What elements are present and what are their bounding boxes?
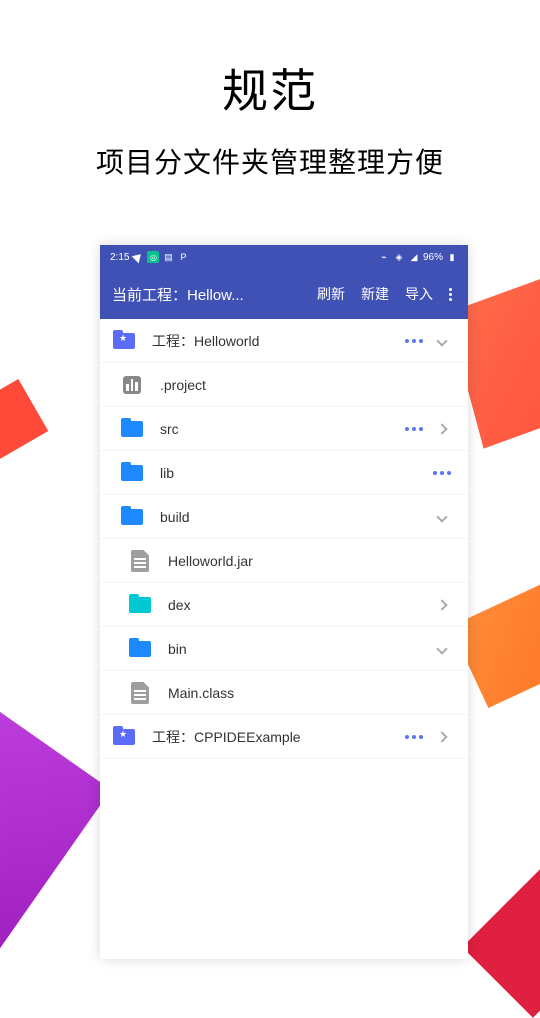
file-label: bin — [168, 641, 428, 657]
page-subtitle: 项目分文件夹管理整理方便 — [0, 141, 540, 181]
folder-icon — [120, 461, 144, 485]
more-button[interactable] — [400, 339, 428, 343]
app-indicator-icon: ◎ — [147, 251, 159, 263]
folder-row-src[interactable]: src — [100, 407, 468, 451]
file-label: 工程：Helloworld — [152, 331, 400, 351]
project-icon — [112, 725, 136, 749]
file-label: Helloworld.jar — [168, 553, 456, 569]
more-button[interactable] — [428, 471, 456, 475]
expand-toggle[interactable] — [428, 425, 456, 433]
doc-status-icon: ▤ — [162, 251, 174, 263]
bluetooth-icon: ⌁ — [378, 251, 390, 263]
folder-row-lib[interactable]: lib — [100, 451, 468, 495]
file-label: .project — [160, 377, 456, 393]
file-icon — [128, 549, 152, 573]
file-label: src — [160, 421, 400, 437]
expand-toggle[interactable] — [428, 513, 456, 521]
battery-percent: 96% — [423, 252, 443, 263]
file-list: 工程：Helloworld .project src lib build H — [100, 319, 468, 759]
phone-screenshot: 2:15 ◎ ▤ P ⌁ ◈ ◢ 96% ▮ 当前工程：Hellow... 刷新… — [100, 245, 468, 959]
stats-icon — [120, 373, 144, 397]
status-bar: 2:15 ◎ ▤ P ⌁ ◈ ◢ 96% ▮ — [100, 245, 468, 269]
folder-icon — [128, 637, 152, 661]
status-time: 2:15 — [110, 252, 129, 263]
folder-row-bin[interactable]: bin — [100, 627, 468, 671]
battery-icon: ▮ — [446, 251, 458, 263]
refresh-button[interactable]: 刷新 — [309, 284, 353, 304]
expand-toggle[interactable] — [428, 601, 456, 609]
file-label: dex — [168, 597, 428, 613]
expand-toggle[interactable] — [428, 645, 456, 653]
signal-icon: ◢ — [408, 251, 420, 263]
folder-icon — [120, 417, 144, 441]
file-label: 工程：CPPIDEExample — [152, 727, 400, 747]
folder-row-build[interactable]: build — [100, 495, 468, 539]
page-title: 规范 — [0, 55, 540, 121]
file-label: lib — [160, 465, 428, 481]
import-button[interactable]: 导入 — [397, 284, 441, 304]
file-row-class[interactable]: Main.class — [100, 671, 468, 715]
overflow-menu-button[interactable] — [441, 288, 456, 301]
file-label: build — [160, 509, 428, 525]
file-icon — [128, 681, 152, 705]
file-label: Main.class — [168, 685, 456, 701]
send-icon — [132, 251, 144, 263]
project-icon — [112, 329, 136, 353]
expand-toggle[interactable] — [428, 337, 456, 345]
project-row-cppide[interactable]: 工程：CPPIDEExample — [100, 715, 468, 759]
file-row-project[interactable]: .project — [100, 363, 468, 407]
project-row-helloworld[interactable]: 工程：Helloworld — [100, 319, 468, 363]
more-button[interactable] — [400, 735, 428, 739]
appbar-title: 当前工程：Hellow... — [112, 284, 309, 305]
file-row-jar[interactable]: Helloworld.jar — [100, 539, 468, 583]
folder-row-dex[interactable]: dex — [100, 583, 468, 627]
folder-icon — [128, 593, 152, 617]
app-bar: 当前工程：Hellow... 刷新 新建 导入 — [100, 269, 468, 319]
p-icon: P — [177, 251, 189, 263]
folder-icon — [120, 505, 144, 529]
new-button[interactable]: 新建 — [353, 284, 397, 304]
expand-toggle[interactable] — [428, 733, 456, 741]
more-button[interactable] — [400, 427, 428, 431]
wifi-icon: ◈ — [393, 251, 405, 263]
